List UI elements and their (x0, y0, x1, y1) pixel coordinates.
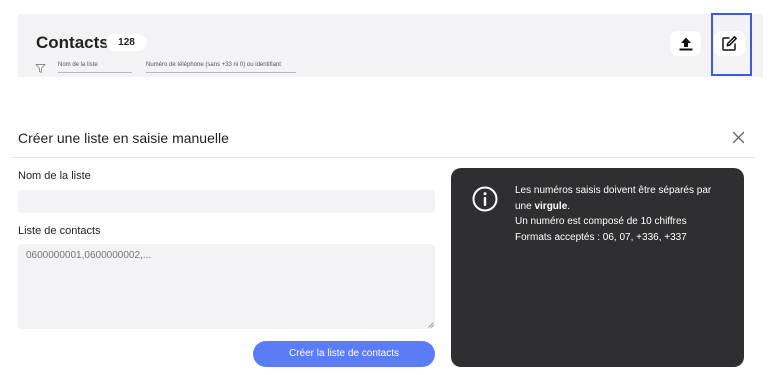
info-text-comma-keyword: virgule (534, 201, 568, 212)
create-list-button[interactable]: Créer la liste de contacts (253, 341, 435, 367)
info-text-comma: une virgule. (515, 201, 730, 213)
close-icon[interactable] (731, 130, 746, 145)
contacts-list-field[interactable] (18, 244, 435, 329)
phone-filter[interactable]: Numéro de téléphone (sans +33 ni 0) ou i… (146, 58, 296, 73)
info-text-digits: Un numéro est composé de 10 chiffres (515, 216, 687, 227)
info-text-comma-prefix: une (515, 201, 535, 212)
contacts-count-badge: 128 (106, 34, 147, 51)
list-name-filter[interactable]: Nom de la liste (58, 58, 132, 73)
panel-title: Créer une liste en saisie manuelle (18, 130, 229, 146)
info-icon (472, 186, 498, 212)
info-text-formats: Formats acceptés : 06, 07, +336, +337 (515, 232, 687, 243)
info-text-separator: Les numéros saisis doivent être séparés … (515, 185, 712, 196)
page-title: Contacts (36, 33, 109, 52)
filter-icon[interactable] (35, 63, 46, 74)
upload-icon (679, 37, 692, 50)
info-text-comma-suffix: . (567, 201, 571, 212)
resize-handle-icon[interactable] (428, 322, 434, 328)
upload-button[interactable] (670, 31, 701, 56)
contacts-list-label: Liste de contacts (18, 225, 101, 237)
list-name-label: Nom de la liste (18, 170, 91, 182)
list-name-field[interactable] (18, 190, 435, 213)
panel-divider (12, 157, 755, 158)
edit-button-highlight (711, 13, 752, 76)
